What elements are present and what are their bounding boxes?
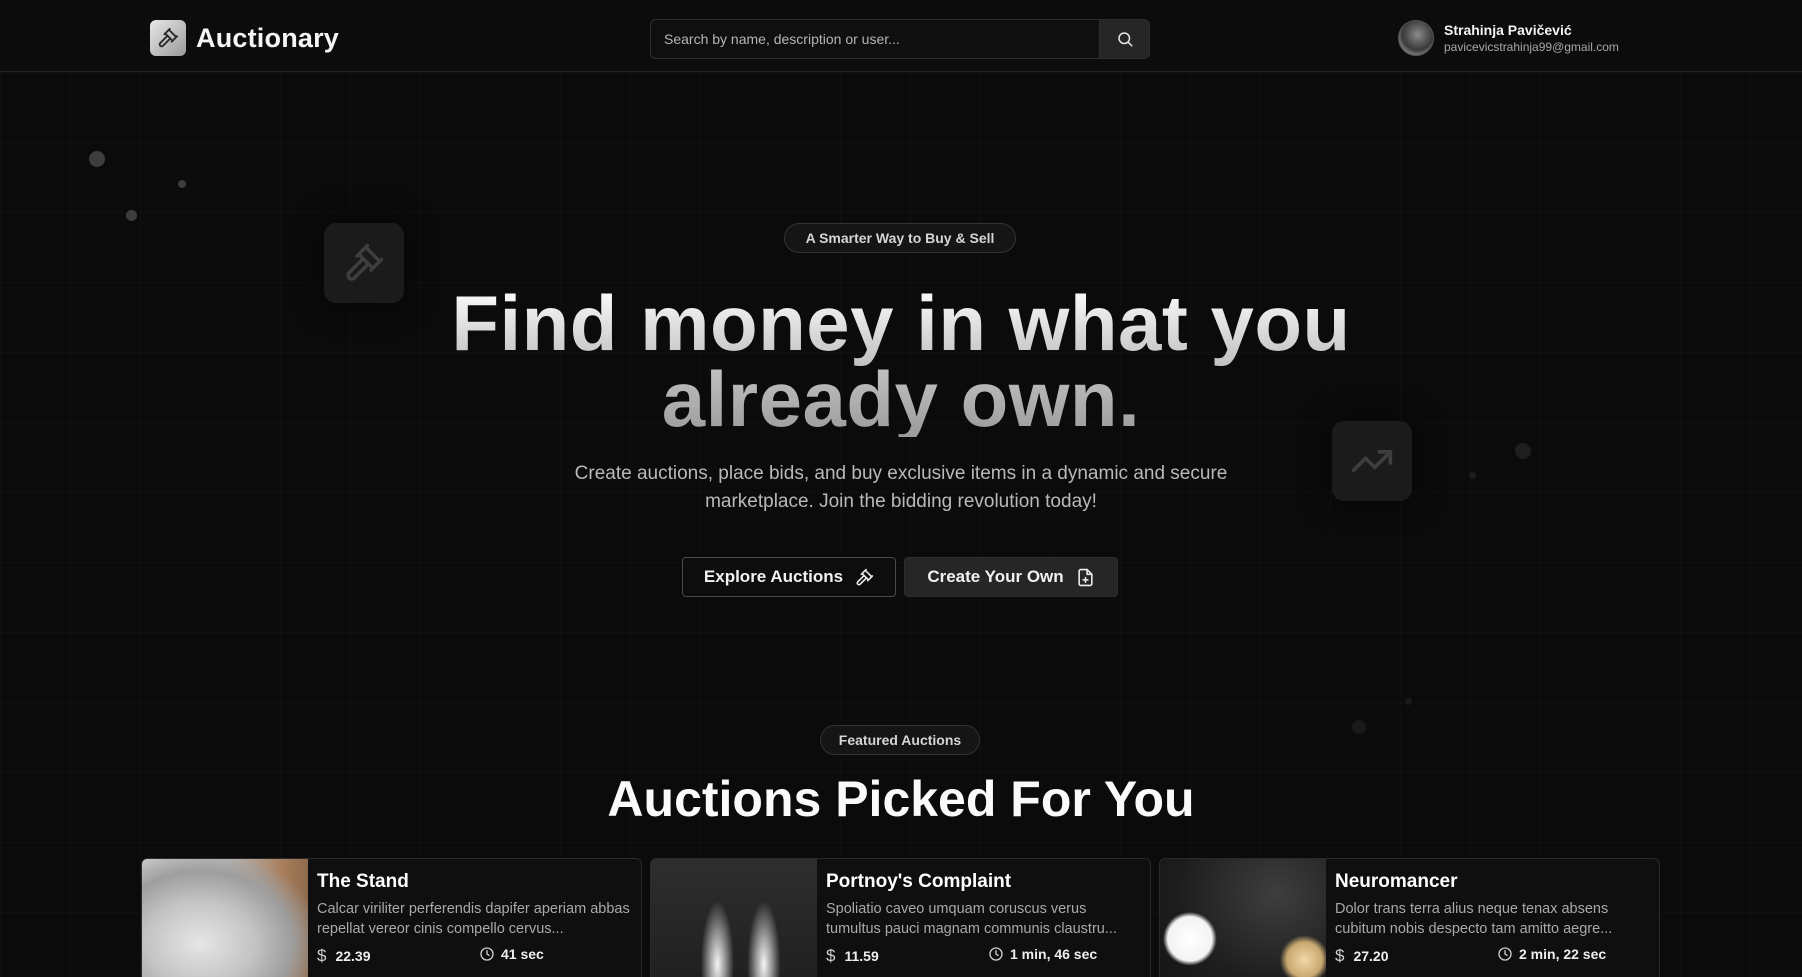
dollar-icon: $	[317, 946, 327, 965]
user-profile[interactable]: Strahinja Pavičević pavicevicstrahinja99…	[1398, 20, 1619, 56]
search-bar	[650, 19, 1150, 59]
decorative-dot	[126, 210, 137, 221]
price-value: 22.39	[335, 948, 371, 964]
search-icon	[1117, 32, 1132, 47]
hero-title-line-1: Find money in what you	[451, 279, 1351, 367]
price-value: 11.59	[844, 948, 879, 964]
decorative-dot	[89, 151, 105, 167]
trending-up-icon	[1351, 450, 1393, 472]
clock-icon	[1498, 947, 1512, 961]
clock-icon	[989, 947, 1003, 961]
decorative-dot	[178, 180, 186, 188]
search-button[interactable]	[1099, 20, 1149, 58]
price-value: 27.20	[1353, 948, 1389, 964]
auction-card[interactable]: Portnoy's Complaint Spoliatio caveo umqu…	[650, 858, 1151, 977]
top-navbar: Auctionary Strahinja Pavičević pavicevic…	[0, 0, 1802, 72]
file-plus-icon	[1078, 568, 1093, 586]
auction-description: Spoliatio caveo umquam coruscus verus tu…	[826, 901, 1117, 937]
background-grid	[0, 72, 1802, 977]
dollar-icon: $	[826, 946, 836, 965]
auction-time-left: 1 min, 46 sec	[988, 946, 1097, 962]
featured-tag-badge: Featured Auctions	[820, 725, 980, 755]
brand-link[interactable]: Auctionary	[150, 20, 339, 56]
time-left-value: 2 min, 22 sec	[1519, 946, 1607, 962]
auction-image	[1160, 859, 1326, 977]
auction-title: The Stand	[317, 871, 409, 892]
hero-tagline: A Smarter Way to Buy & Sell	[805, 230, 995, 246]
auction-image	[142, 859, 308, 977]
user-email: pavicevicstrahinja99@gmail.com	[1444, 40, 1619, 54]
create-auction-button[interactable]: Create Your Own	[904, 557, 1118, 597]
decorative-dot	[1352, 720, 1366, 734]
user-name: Strahinja Pavičević	[1444, 22, 1572, 38]
auction-price: $ 11.59	[826, 946, 879, 966]
auction-time-left: 41 sec	[479, 946, 544, 962]
auction-card[interactable]: Neuromancer Dolor trans terra alius nequ…	[1159, 858, 1660, 977]
explore-auctions-button[interactable]: Explore Auctions	[682, 557, 896, 597]
brand-name: Auctionary	[196, 22, 340, 53]
search-input[interactable]	[651, 20, 1099, 58]
auction-title: Neuromancer	[1335, 871, 1458, 892]
auction-time-left: 2 min, 22 sec	[1497, 946, 1606, 962]
auction-title: Portnoy's Complaint	[826, 871, 1012, 892]
dollar-icon: $	[1335, 946, 1345, 965]
gavel-icon	[856, 568, 874, 585]
auction-price: $ 27.20	[1335, 946, 1389, 966]
time-left-value: 41 sec	[501, 946, 544, 962]
hero-title: Find money in what you already own.	[0, 285, 1802, 437]
auction-card[interactable]: The Stand Calcar viriliter perferendis d…	[141, 858, 642, 977]
featured-tag: Featured Auctions	[838, 732, 962, 748]
auction-description: Dolor trans terra alius neque tenax abse…	[1335, 901, 1613, 937]
time-left-value: 1 min, 46 sec	[1010, 946, 1098, 962]
explore-auctions-label: Explore Auctions	[703, 567, 844, 586]
create-auction-label: Create Your Own	[927, 567, 1064, 586]
decorative-dot	[1515, 443, 1531, 459]
gavel-logo-icon	[150, 20, 186, 56]
auction-description: Calcar viriliter perferendis dapifer ape…	[317, 901, 630, 937]
gavel-icon	[346, 243, 384, 281]
hero-title-line-2: already own.	[661, 355, 1141, 443]
clock-icon	[480, 947, 494, 961]
auction-price: $ 22.39	[317, 946, 371, 966]
section-title: Auctions Picked For You	[607, 771, 1195, 827]
avatar	[1398, 20, 1434, 56]
hero-tagline-badge: A Smarter Way to Buy & Sell	[784, 223, 1016, 253]
auction-image	[651, 859, 817, 977]
decorative-dot	[1405, 698, 1412, 705]
hero-subtitle: Create auctions, place bids, and buy exc…	[574, 463, 1228, 512]
decorative-dot	[1469, 472, 1476, 479]
